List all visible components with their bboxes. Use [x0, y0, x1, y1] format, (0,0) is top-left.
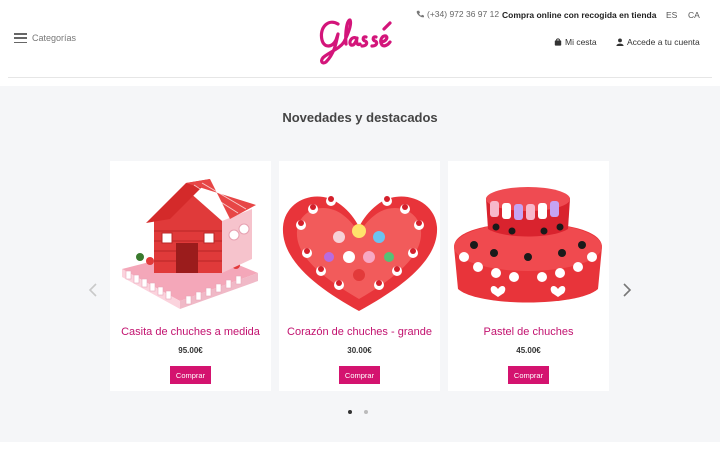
user-icon: [616, 38, 624, 46]
product-photo-candy-cake[interactable]: [448, 161, 609, 319]
product-name[interactable]: Pastel de chuches: [448, 326, 609, 338]
account-label: Accede a tu cuenta: [627, 37, 700, 47]
product-price: 45.00€: [516, 346, 541, 355]
cart-label: Mi cesta: [565, 37, 597, 47]
product-photo-candy-heart[interactable]: [279, 161, 440, 319]
product-card[interactable]: Casita de chuches a medida 95.00€ Compra…: [110, 161, 271, 391]
phone-number: (+34) 972 36 97 12: [427, 9, 500, 19]
hamburger-icon: [14, 33, 27, 43]
phone-contact[interactable]: (+34) 972 36 97 12: [416, 9, 499, 19]
buy-button[interactable]: Comprar: [170, 366, 211, 384]
product-photo-candy-house[interactable]: [110, 161, 271, 319]
language-es[interactable]: ES: [666, 10, 677, 20]
carousel-pagination: [348, 410, 368, 414]
categories-label: Categorías: [32, 33, 77, 43]
phone-icon: [416, 10, 424, 18]
carousel-next-arrow-icon[interactable]: [620, 282, 634, 298]
carousel-dot-active[interactable]: [348, 410, 352, 414]
buy-button[interactable]: Comprar: [508, 366, 549, 384]
categories-menu-button[interactable]: Categorías: [14, 33, 76, 43]
site-header: Categorías (+34) 972 36 97 12 Compra onl…: [0, 0, 720, 78]
basket-icon: [554, 38, 562, 46]
product-card[interactable]: Pastel de chuches 45.00€ Comprar: [448, 161, 609, 391]
account-link[interactable]: Accede a tu cuenta: [616, 37, 700, 47]
product-price: 30.00€: [347, 346, 372, 355]
language-ca[interactable]: CA: [688, 10, 700, 20]
glasse-logo[interactable]: [316, 10, 398, 66]
carousel-dot[interactable]: [364, 410, 368, 414]
header-tagline: Compra online con recogida en tienda: [502, 10, 657, 20]
carousel-prev-arrow-icon[interactable]: [86, 282, 100, 298]
product-price: 95.00€: [178, 346, 203, 355]
product-name[interactable]: Corazón de chuches - grande: [279, 326, 440, 338]
product-name[interactable]: Casita de chuches a medida: [110, 326, 271, 338]
buy-button[interactable]: Comprar: [339, 366, 380, 384]
product-card[interactable]: Corazón de chuches - grande 30.00€ Compr…: [279, 161, 440, 391]
cart-link[interactable]: Mi cesta: [554, 37, 597, 47]
header-divider: [8, 77, 712, 78]
section-title: Novedades y destacados: [282, 110, 438, 125]
